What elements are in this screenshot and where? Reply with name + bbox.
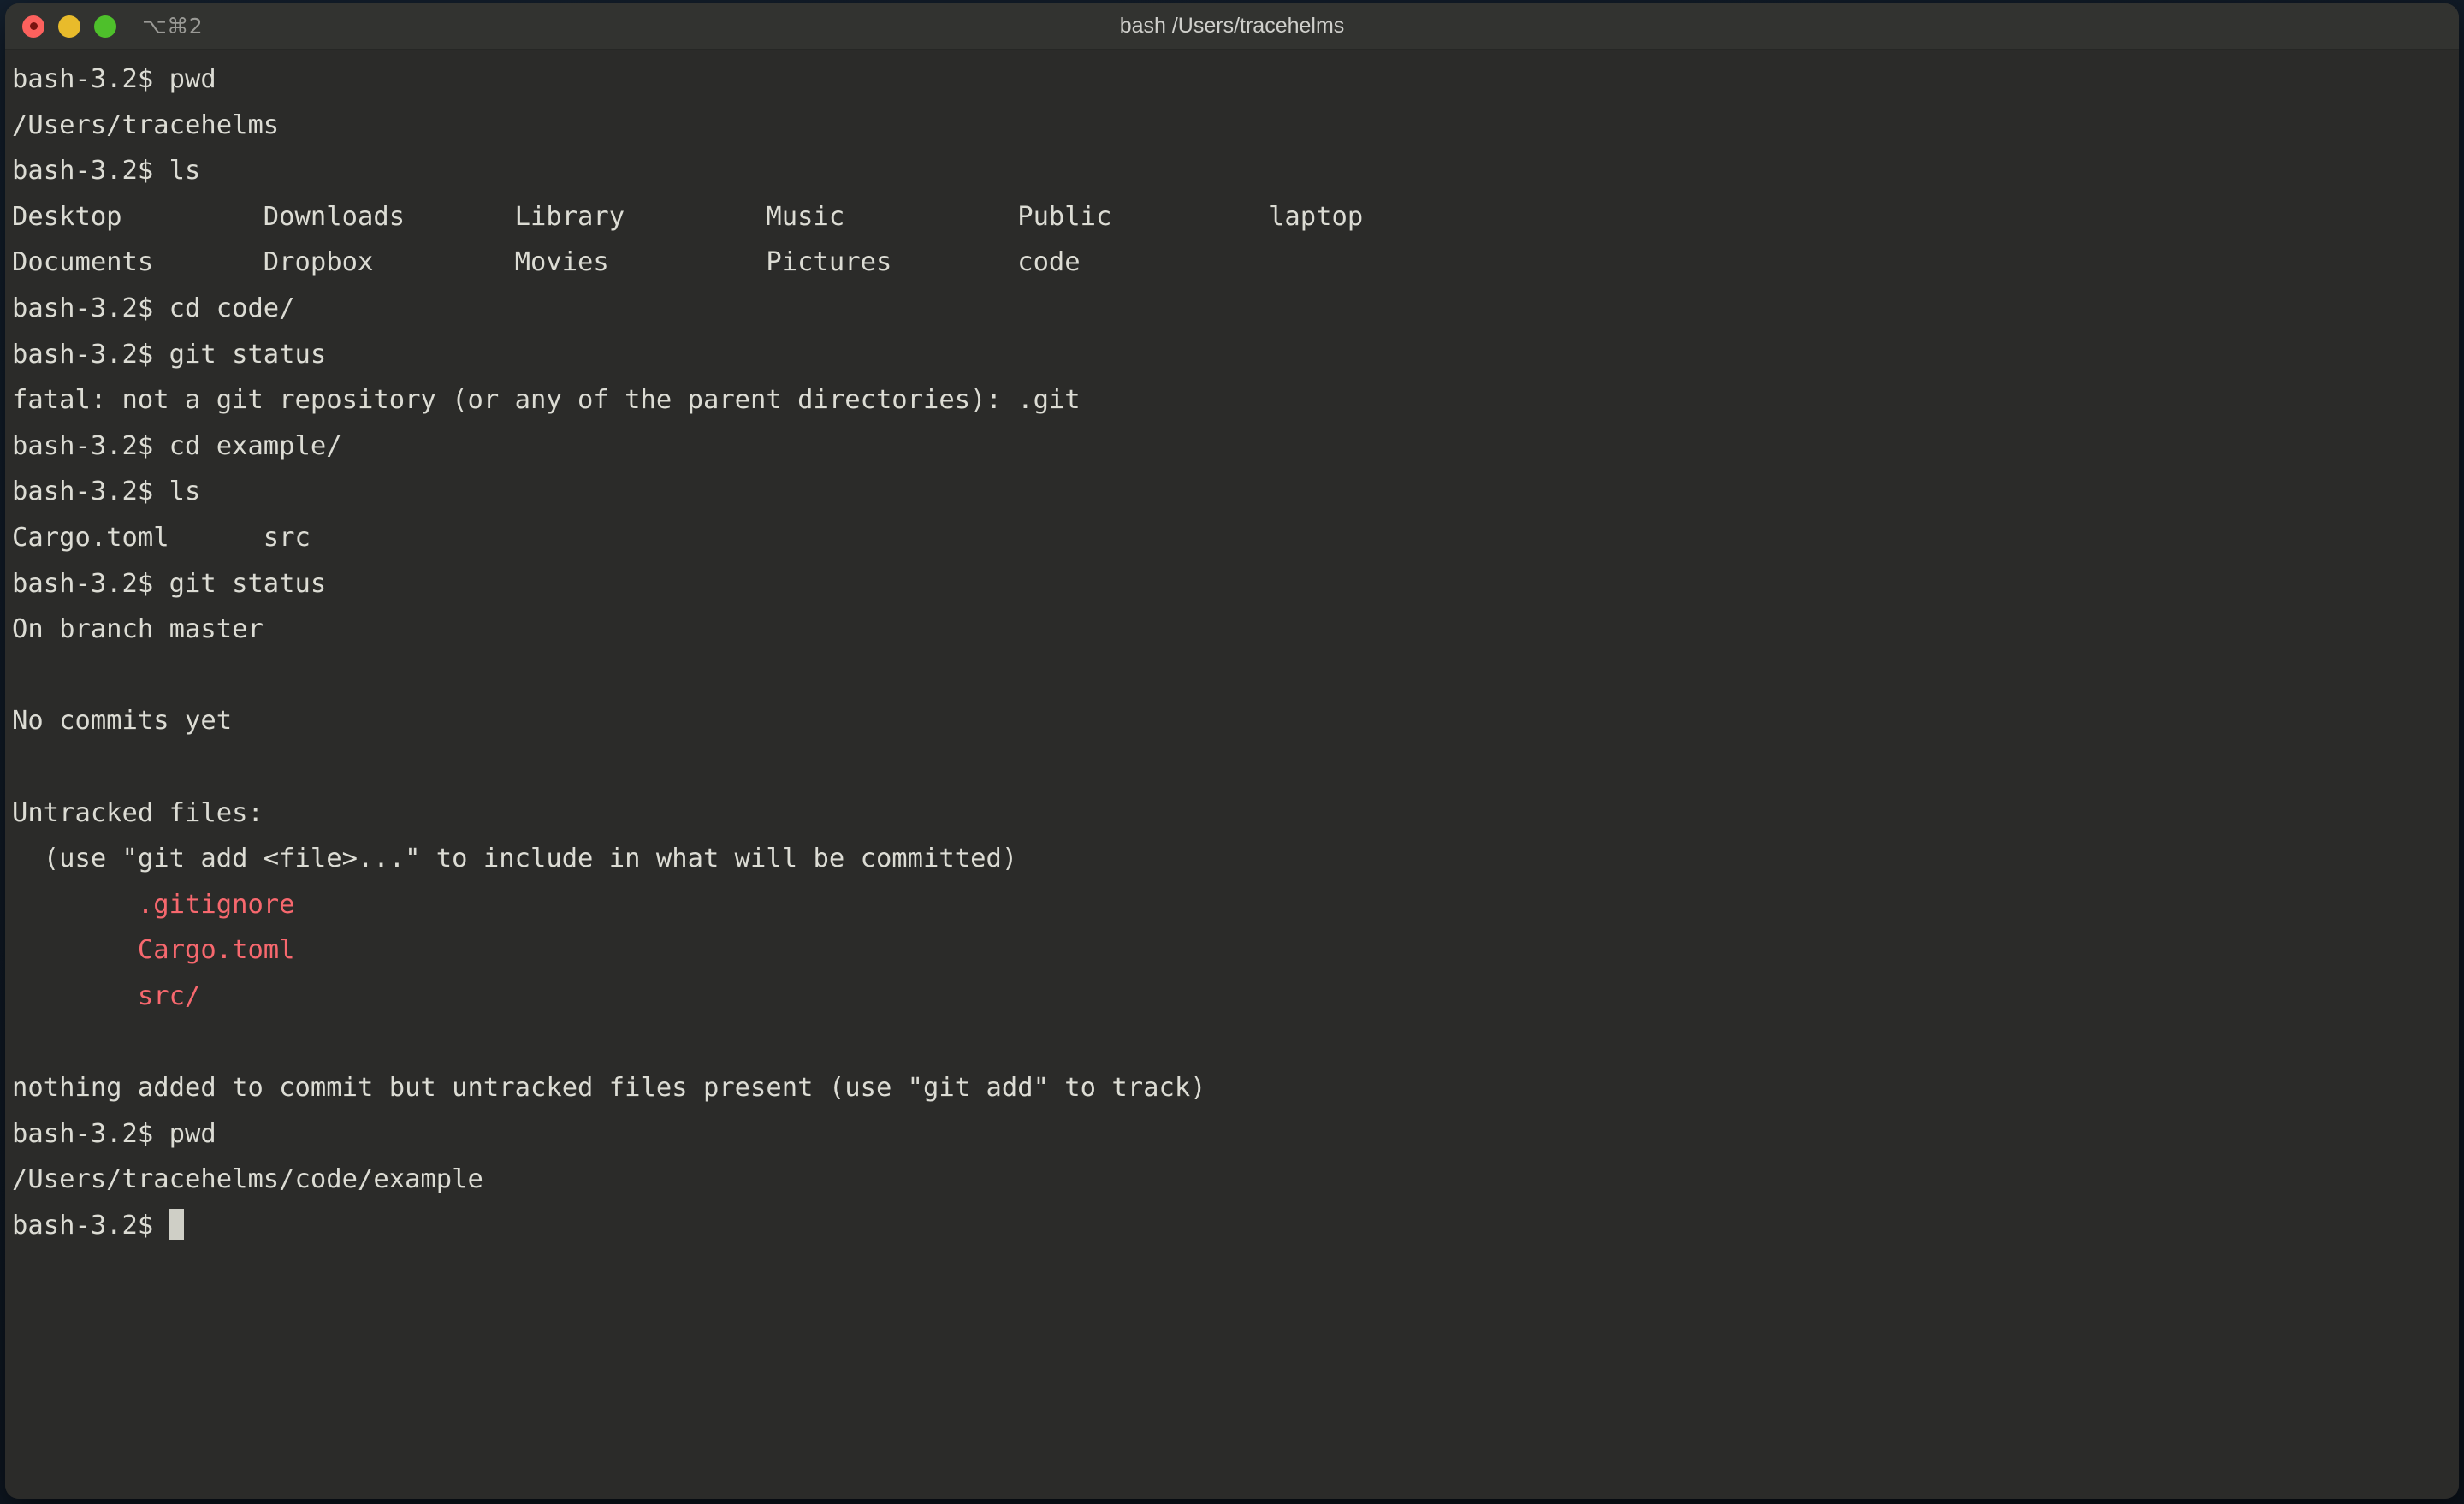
terminal-output: bash-3.2$ pwd /Users/tracehelms bash-3.2… bbox=[12, 64, 1364, 1241]
untracked-file-entry: Cargo.toml bbox=[137, 935, 295, 966]
window-shortcut-label: ⌥⌘2 bbox=[142, 14, 204, 38]
maximize-window-button[interactable] bbox=[94, 15, 116, 38]
minimize-window-button[interactable] bbox=[58, 15, 80, 38]
untracked-file-entry: src/ bbox=[137, 980, 201, 1011]
window-title: bash /Users/tracehelms bbox=[1119, 14, 1345, 38]
text-cursor bbox=[169, 1208, 184, 1240]
traffic-light-group bbox=[5, 15, 116, 38]
terminal-window: ⌥⌘2 bash /Users/tracehelms bash-3.2$ pwd… bbox=[5, 3, 2459, 1499]
close-window-button[interactable] bbox=[22, 15, 44, 38]
terminal-body[interactable]: bash-3.2$ pwd /Users/tracehelms bash-3.2… bbox=[5, 50, 2459, 1499]
close-icon bbox=[29, 22, 38, 30]
untracked-file-entry: .gitignore bbox=[137, 889, 295, 920]
window-title-bar[interactable]: ⌥⌘2 bash /Users/tracehelms bbox=[5, 3, 2459, 50]
